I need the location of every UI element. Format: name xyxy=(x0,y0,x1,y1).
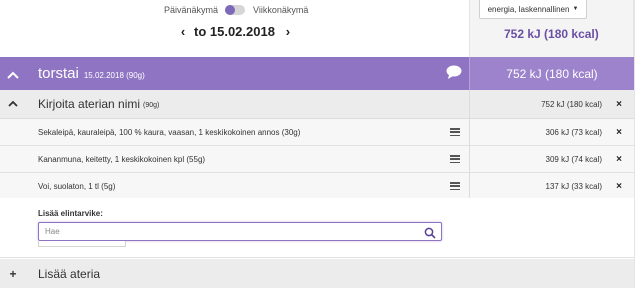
meal-name[interactable]: Kirjoita aterian nimi xyxy=(38,97,140,111)
view-switch[interactable] xyxy=(225,5,246,15)
metric-select-label: energia, laskennallinen xyxy=(487,4,570,14)
add-meal-row[interactable]: + Lisää ateria xyxy=(0,259,634,288)
food-search-box[interactable] xyxy=(38,222,442,241)
remove-food-button[interactable]: × xyxy=(612,127,626,138)
meal-header[interactable]: Kirjoita aterian nimi (90g) 752 kJ (180 … xyxy=(0,90,634,119)
add-food-label: Lisää elintarvike: xyxy=(38,209,103,218)
remove-food-button[interactable]: × xyxy=(612,181,626,192)
food-row: Kananmuna, keitetty, 1 keskikokoinen kpl… xyxy=(0,146,634,173)
meal-energy: 752 kJ (180 kcal) xyxy=(541,99,602,109)
food-search-input[interactable] xyxy=(45,225,415,238)
day-name: torstai xyxy=(38,65,79,82)
remove-food-button[interactable]: × xyxy=(612,154,626,165)
food-row: Sekaleipä, kauraleipä, 100 % kaura, vaas… xyxy=(0,119,634,146)
chevron-down-icon: ▼ xyxy=(572,6,579,12)
day-header[interactable]: torstai 15.02.2018 (90g) xyxy=(0,57,469,90)
food-name: Sekaleipä, kauraleipä, 100 % kaura, vaas… xyxy=(38,127,301,137)
switch-knob xyxy=(225,5,236,15)
collapse-meal-icon[interactable] xyxy=(0,99,26,110)
current-date: to 15.02.2018 xyxy=(194,24,275,39)
remove-meal-button[interactable]: × xyxy=(612,99,626,110)
food-energy: 306 kJ (73 kcal) xyxy=(545,127,602,137)
collapse-day-icon[interactable] xyxy=(0,66,26,82)
top-total-energy: 752 kJ (180 kcal) xyxy=(504,27,599,41)
food-energy: 137 kJ (33 kcal) xyxy=(545,181,602,191)
next-day-button[interactable]: › xyxy=(281,24,295,39)
hamburger-menu-icon[interactable] xyxy=(450,182,460,190)
week-view-label[interactable]: Viikkonäkymä xyxy=(253,5,308,15)
food-name: Voi, suolaton, 1 tl (5g) xyxy=(38,181,116,191)
hamburger-menu-icon[interactable] xyxy=(450,128,460,136)
add-meal-label[interactable]: Lisää ateria xyxy=(38,267,100,281)
day-meta: 15.02.2018 (90g) xyxy=(83,70,145,80)
comment-icon[interactable] xyxy=(446,65,462,79)
day-total-energy: 752 kJ (180 kcal) xyxy=(469,57,634,90)
right-edge-border xyxy=(634,0,640,288)
prev-day-button[interactable]: ‹ xyxy=(176,24,190,39)
plus-icon[interactable]: + xyxy=(0,267,26,281)
search-icon[interactable] xyxy=(424,226,436,239)
day-view-label[interactable]: Päivänäkymä xyxy=(164,5,218,15)
food-name: Kananmuna, keitetty, 1 keskikokoinen kpl… xyxy=(38,154,206,164)
food-energy: 309 kJ (74 kcal) xyxy=(545,154,602,164)
column-divider xyxy=(469,90,470,198)
view-toggle[interactable]: Päivänäkymä Viikkonäkymä xyxy=(164,3,308,17)
search-suggestions-dropdown xyxy=(38,241,126,247)
date-navigation: ‹ to 15.02.2018 › xyxy=(176,24,295,39)
hamburger-menu-icon[interactable] xyxy=(450,155,460,163)
metric-select[interactable]: energia, laskennallinen ▼ xyxy=(479,0,587,19)
food-row: Voi, suolaton, 1 tl (5g) 137 kJ (33 kcal… xyxy=(0,173,634,200)
meal-meta: (90g) xyxy=(143,101,160,109)
